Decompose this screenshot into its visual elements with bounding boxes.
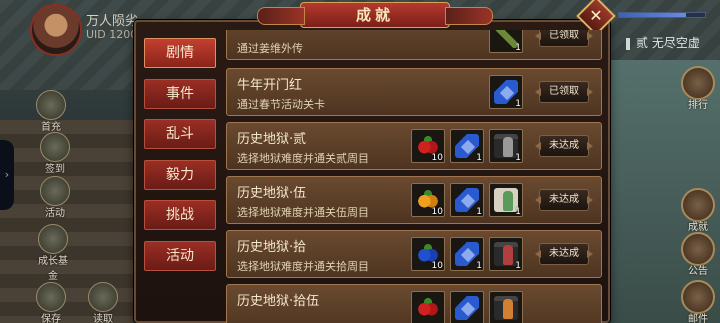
stage-marker-icon bbox=[626, 37, 630, 50]
growth-fund-button[interactable]: 成长基金 bbox=[36, 224, 70, 282]
reward-item[interactable]: 1 bbox=[450, 129, 484, 163]
ranking-icon bbox=[681, 66, 715, 100]
scroll-icon bbox=[455, 296, 479, 320]
reward-item[interactable]: 1 bbox=[489, 237, 523, 271]
achievement-label: 成就 bbox=[688, 222, 708, 233]
event-button[interactable]: 活动 bbox=[38, 176, 72, 219]
first-recharge-label: 首充 bbox=[41, 122, 61, 133]
achievement-icon bbox=[681, 188, 715, 222]
not-achieved-button[interactable]: 未达成 bbox=[539, 135, 589, 157]
achievement-row: 历史地狱·伍 选择地狱难度并通关伍周目 10 1 1 未达成 bbox=[226, 176, 602, 224]
tab-challenge[interactable]: 挑战 bbox=[144, 200, 216, 230]
save-button[interactable]: 保存 bbox=[34, 282, 68, 323]
achievement-name: 历史地狱·伍 bbox=[237, 186, 307, 201]
achievement-name: 牛年开门红 bbox=[237, 78, 303, 93]
ranking-button[interactable]: 排行 bbox=[678, 66, 718, 111]
announcement-icon bbox=[681, 232, 715, 266]
growth-fund-icon bbox=[38, 224, 68, 254]
load-icon bbox=[88, 282, 118, 312]
achievement-name: 历史地狱·拾伍 bbox=[237, 294, 320, 309]
achievement-button[interactable]: 成就 bbox=[678, 188, 718, 233]
mail-icon bbox=[681, 280, 715, 314]
sign-in-button[interactable]: 签到 bbox=[38, 132, 72, 175]
achievement-row: 历史地狱·拾 选择地狱难度并通关拾周目 10 1 1 未达成 bbox=[226, 230, 602, 278]
claimed-button[interactable]: 已领取 bbox=[539, 30, 589, 47]
tab-perseverance[interactable]: 毅力 bbox=[144, 159, 216, 190]
not-achieved-button[interactable]: 未达成 bbox=[539, 189, 589, 211]
uid-label: UID bbox=[86, 28, 106, 41]
reward-item[interactable]: 1 bbox=[489, 129, 523, 163]
achievement-row: 历史地狱·贰 选择地狱难度并通关贰周目 10 1 1 未达成 bbox=[226, 122, 602, 170]
resource-bar bbox=[618, 12, 706, 18]
reward-item[interactable]: 1 bbox=[489, 183, 523, 217]
stage-title: 贰 无尽空虚 bbox=[626, 34, 700, 51]
reward-item[interactable]: 1 bbox=[450, 183, 484, 217]
mail-label: 邮件 bbox=[688, 314, 708, 323]
first-recharge-icon bbox=[36, 90, 66, 120]
side-expand-tab[interactable]: › bbox=[0, 140, 14, 210]
tab-events[interactable]: 事件 bbox=[144, 78, 216, 109]
achievement-row: 牛年开门红 通过春节活动关卡 1 已领取 bbox=[226, 68, 602, 116]
reward-item[interactable]: 1 bbox=[450, 237, 484, 271]
player-name: 万人陨劣 bbox=[86, 14, 139, 29]
achievement-desc: 通过春节活动关卡 bbox=[237, 98, 325, 111]
achievement-desc: 选择地狱难度并通关伍周目 bbox=[237, 206, 369, 219]
achievement-list[interactable]: 通过姜维外传 1 已领取 牛年开门红 通过春节活动关卡 1 已领取 历史地狱·贰… bbox=[226, 30, 602, 323]
not-achieved-button[interactable]: 未达成 bbox=[539, 243, 589, 265]
reward-item[interactable] bbox=[450, 291, 484, 323]
reward-item[interactable]: 1 bbox=[489, 30, 523, 53]
reward-item[interactable]: 10 bbox=[411, 183, 445, 217]
achievement-desc: 选择地狱难度并通关贰周目 bbox=[237, 152, 369, 165]
reward-item[interactable] bbox=[411, 291, 445, 323]
tab-story[interactable]: 剧情 bbox=[144, 38, 216, 68]
tab-activity[interactable]: 活动 bbox=[144, 240, 216, 271]
announcement-button[interactable]: 公告 bbox=[678, 232, 718, 277]
event-icon bbox=[40, 176, 70, 206]
save-label: 保存 bbox=[41, 314, 61, 323]
load-label: 读取 bbox=[93, 314, 113, 323]
fruit-red-icon bbox=[416, 296, 440, 320]
tab-brawl[interactable]: 乱斗 bbox=[144, 119, 216, 149]
event-label: 活动 bbox=[45, 208, 65, 219]
close-icon: ✕ bbox=[589, 6, 603, 25]
load-button[interactable]: 读取 bbox=[86, 282, 120, 323]
achievement-row: 历史地狱·拾伍 bbox=[226, 284, 602, 323]
category-tabs: 剧情 事件 乱斗 毅力 挑战 活动 bbox=[144, 38, 216, 281]
achievement-desc: 通过姜维外传 bbox=[237, 42, 303, 55]
claimed-button[interactable]: 已领取 bbox=[539, 81, 589, 103]
announcement-label: 公告 bbox=[688, 266, 708, 277]
reward-item[interactable]: 1 bbox=[489, 75, 523, 109]
resource-bar-fill bbox=[619, 13, 687, 17]
reward-item[interactable]: 10 bbox=[411, 237, 445, 271]
ranking-label: 排行 bbox=[688, 100, 708, 111]
achievement-desc: 选择地狱难度并通关拾周目 bbox=[237, 260, 369, 273]
achievement-row: 通过姜维外传 1 已领取 bbox=[226, 30, 602, 60]
first-recharge-button[interactable]: 首充 bbox=[34, 90, 68, 133]
achievement-name: 历史地狱·贰 bbox=[237, 132, 307, 147]
hero-portrait-icon bbox=[494, 296, 518, 320]
save-icon bbox=[36, 282, 66, 312]
avatar[interactable] bbox=[30, 4, 82, 56]
growth-fund-label: 成长基金 bbox=[38, 256, 68, 282]
sign-in-label: 签到 bbox=[45, 164, 65, 175]
reward-item[interactable] bbox=[489, 291, 523, 323]
sign-in-icon bbox=[40, 132, 70, 162]
achievement-name: 历史地狱·拾 bbox=[237, 240, 307, 255]
mail-button[interactable]: 邮件 bbox=[678, 280, 718, 323]
reward-item[interactable]: 10 bbox=[411, 129, 445, 163]
panel-title: 成就 bbox=[257, 2, 493, 28]
